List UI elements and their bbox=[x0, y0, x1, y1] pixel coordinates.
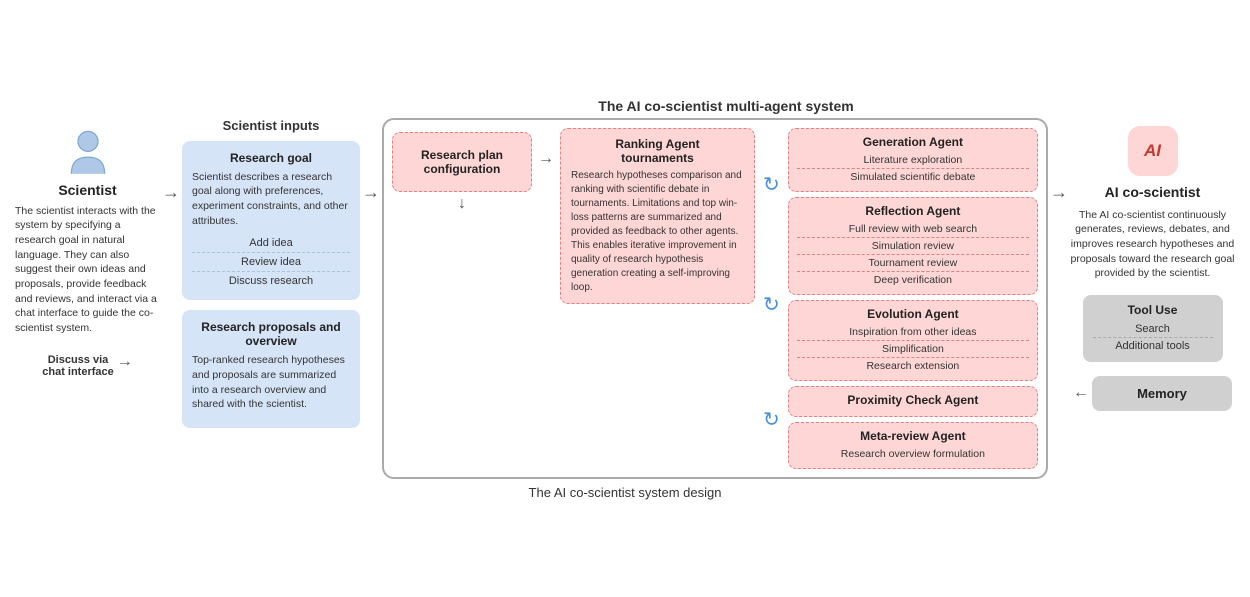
multi-agent-title-top: The AI co-scientist multi-agent system bbox=[598, 98, 853, 114]
circ-arrow1-icon: ↻ bbox=[763, 172, 780, 197]
ranking-agent-desc: Research hypotheses comparison and ranki… bbox=[571, 169, 744, 295]
memory-label: Memory bbox=[1137, 386, 1187, 401]
system-to-ai-arrow: → bbox=[1048, 118, 1070, 203]
multi-agent-section: Research plan configuration ↓ → Ranking … bbox=[382, 118, 1048, 479]
reflection-agent-title: Reflection Agent bbox=[797, 204, 1029, 218]
research-proposals-title: Research proposals and overview bbox=[192, 320, 350, 348]
scientist-avatar-icon bbox=[63, 128, 113, 178]
research-goal-item-1: Add idea bbox=[192, 234, 350, 253]
research-proposals-desc: Top-ranked research hypotheses and propo… bbox=[192, 353, 350, 412]
ai-coscientist-desc: The AI co-scientist continuously generat… bbox=[1070, 208, 1235, 281]
right-arrow2-icon: → bbox=[362, 182, 380, 203]
tool-use-item-1: Search bbox=[1093, 321, 1213, 338]
memory-box: Memory bbox=[1092, 376, 1232, 411]
discuss-arrow-icon: → bbox=[117, 353, 133, 371]
ranking-agent-title: Ranking Agent tournaments bbox=[571, 137, 744, 165]
meta-review-agent-title: Meta-review Agent bbox=[797, 429, 1029, 443]
tool-use-item-2: Additional tools bbox=[1093, 338, 1213, 354]
agents-right-col: Generation Agent Literature exploration … bbox=[788, 128, 1038, 469]
right-arrow3-icon: → bbox=[538, 150, 554, 168]
bottom-caption: The AI co-scientist system design bbox=[529, 485, 722, 500]
research-goal-title: Research goal bbox=[192, 151, 350, 165]
right-arrow-icon: → bbox=[162, 182, 180, 203]
ai-icon-label: AI bbox=[1144, 141, 1161, 161]
reflection-agent-item-1: Full review with web search bbox=[797, 221, 1029, 238]
diagram-row: Scientist The scientist interacts with t… bbox=[15, 118, 1235, 479]
ranking-agent-box: Ranking Agent tournaments Research hypot… bbox=[560, 128, 755, 304]
reflection-agent-box: Reflection Agent Full review with web se… bbox=[788, 197, 1038, 295]
generation-agent-title: Generation Agent bbox=[797, 135, 1029, 149]
meta-review-agent-box: Meta-review Agent Research overview form… bbox=[788, 422, 1038, 469]
evolution-agent-title: Evolution Agent bbox=[797, 307, 1029, 321]
plan-to-ranking-arrow: → bbox=[538, 128, 554, 469]
ai-coscientist-section: AI AI co-scientist The AI co-scientist c… bbox=[1070, 118, 1235, 411]
generation-agent-item-1: Literature exploration bbox=[797, 152, 1029, 169]
scientist-inputs-title: Scientist inputs bbox=[182, 118, 360, 133]
reflection-agent-item-4: Deep verification bbox=[797, 272, 1029, 288]
scientist-inputs-section: Scientist inputs Research goal Scientist… bbox=[182, 118, 360, 429]
ai-icon-box: AI bbox=[1128, 126, 1178, 176]
evolution-agent-item-1: Inspiration from other ideas bbox=[797, 324, 1029, 341]
ai-coscientist-title: AI co-scientist bbox=[1105, 184, 1201, 200]
circ-arrow2-icon: ↻ bbox=[763, 292, 780, 317]
main-container: The AI co-scientist multi-agent system S… bbox=[15, 98, 1235, 500]
proximity-agent-box: Proximity Check Agent bbox=[788, 386, 1038, 417]
research-plan-label: Research plan configuration bbox=[421, 148, 503, 176]
evolution-agent-box: Evolution Agent Inspiration from other i… bbox=[788, 300, 1038, 381]
proximity-agent-title: Proximity Check Agent bbox=[797, 393, 1029, 407]
evolution-agent-item-2: Simplification bbox=[797, 341, 1029, 358]
multi-agent-border: Research plan configuration ↓ → Ranking … bbox=[382, 118, 1048, 479]
scientist-to-inputs-arrow: → bbox=[160, 118, 182, 203]
ranking-agent-section: Ranking Agent tournaments Research hypot… bbox=[560, 128, 755, 469]
research-plan-box: Research plan configuration bbox=[392, 132, 532, 192]
reflection-agent-item-2: Simulation review bbox=[797, 238, 1029, 255]
tool-use-box: Tool Use Search Additional tools bbox=[1083, 295, 1223, 362]
research-proposals-box: Research proposals and overview Top-rank… bbox=[182, 310, 360, 428]
inputs-to-system-arrow: → bbox=[360, 118, 382, 203]
research-goal-box: Research goal Scientist describes a rese… bbox=[182, 141, 360, 301]
evolution-agent-item-3: Research extension bbox=[797, 358, 1029, 374]
right-arrow4-icon: → bbox=[1050, 182, 1068, 203]
ranking-arrows-col: ↻ ↻ ↻ bbox=[761, 128, 782, 469]
generation-agent-box: Generation Agent Literature exploration … bbox=[788, 128, 1038, 192]
reflection-agent-item-3: Tournament review bbox=[797, 255, 1029, 272]
research-goal-desc: Scientist describes a research goal alon… bbox=[192, 170, 350, 229]
meta-review-agent-item-1: Research overview formulation bbox=[797, 446, 1029, 462]
scientist-section: Scientist The scientist interacts with t… bbox=[15, 118, 160, 378]
scientist-desc: The scientist interacts with the system … bbox=[15, 204, 160, 336]
research-goal-item-3: Discuss research bbox=[192, 272, 350, 290]
left-plan-col: Research plan configuration ↓ bbox=[392, 128, 532, 469]
discuss-label: Discuss viachat interface bbox=[42, 354, 114, 378]
circ-arrow3-icon: ↻ bbox=[763, 407, 780, 432]
generation-agent-item-2: Simulated scientific debate bbox=[797, 169, 1029, 185]
tool-use-title: Tool Use bbox=[1093, 303, 1213, 317]
left-arrow-memory-icon: ← bbox=[1073, 384, 1089, 402]
scientist-label: Scientist bbox=[58, 182, 116, 198]
plan-down-arrow-icon: ↓ bbox=[458, 196, 466, 212]
memory-row: ← Memory bbox=[1073, 376, 1232, 411]
research-goal-item-2: Review idea bbox=[192, 253, 350, 272]
